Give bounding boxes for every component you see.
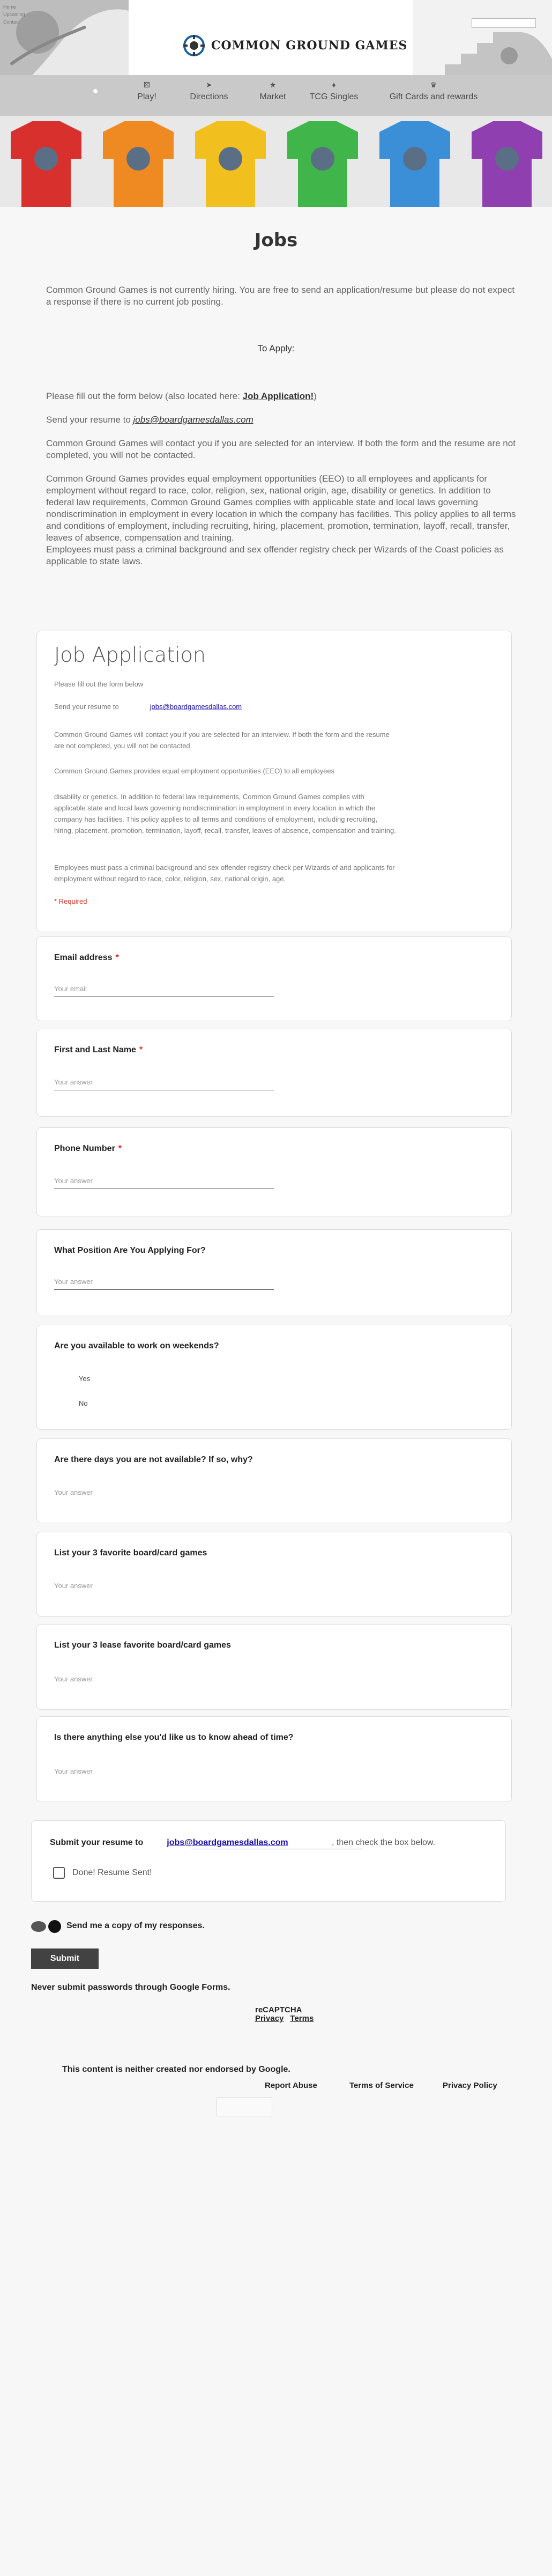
nav-item-tcg-singles[interactable]: ♦ TCG Singles bbox=[304, 80, 363, 102]
tshirt-blue bbox=[369, 116, 461, 207]
compass-icon: ➤ bbox=[206, 80, 212, 89]
question-weekends: Are you available to work on weekends? Y… bbox=[36, 1325, 512, 1430]
checkbox-label: Done! Resume Sent! bbox=[72, 1868, 152, 1877]
resume-sent-checkbox[interactable] bbox=[53, 1867, 65, 1879]
phone-field[interactable] bbox=[54, 1173, 274, 1189]
site-logo[interactable]: COMMON GROUND GAMES bbox=[182, 32, 407, 59]
question-label: What Position Are You Applying For? bbox=[54, 1246, 206, 1255]
form-header-card: Job Application Please fill out the form… bbox=[36, 631, 512, 932]
question-anything-else: Is there anything else you'd like us to … bbox=[36, 1716, 512, 1802]
nav-item-gift-cards[interactable]: ♛ Gift Cards and rewards bbox=[378, 80, 489, 102]
search-input[interactable] bbox=[472, 18, 536, 28]
confirm-suffix: , then check the box below. bbox=[332, 1838, 436, 1847]
form-eeo-long: disability or genetics. In addition to f… bbox=[54, 793, 396, 835]
privacy-policy-link[interactable]: Privacy Policy bbox=[443, 2081, 497, 2090]
nav-item-directions[interactable]: ➤ Directions bbox=[182, 80, 236, 102]
required-asterisk: * bbox=[139, 1045, 143, 1054]
password-warning: Never submit passwords through Google Fo… bbox=[31, 1983, 230, 1992]
eeo-statement: Common Ground Games provides equal emplo… bbox=[46, 474, 516, 543]
question-least-favorite-games: List your 3 lease favorite board/card ga… bbox=[36, 1624, 512, 1710]
tshirt-green bbox=[277, 116, 369, 207]
question-label: Are there days you are not available? If… bbox=[54, 1455, 253, 1464]
position-field[interactable] bbox=[54, 1274, 274, 1290]
question-favorite-games: List your 3 favorite board/card games bbox=[36, 1532, 512, 1617]
recaptcha-privacy-link[interactable]: Privacy bbox=[255, 2014, 284, 2023]
favorite-games-field[interactable] bbox=[54, 1577, 274, 1593]
copy-responses-toggle[interactable] bbox=[30, 1920, 68, 1933]
question-label: Phone Number * bbox=[54, 1144, 122, 1153]
tshirt-banner bbox=[0, 116, 552, 207]
radio-option-yes[interactable]: Yes bbox=[79, 1375, 90, 1383]
header-artwork-left bbox=[0, 0, 129, 75]
email-field[interactable] bbox=[54, 981, 274, 997]
confirm-email-link[interactable]: jobs@boardgamesdallas.com bbox=[167, 1838, 288, 1847]
to-apply-heading: To Apply: bbox=[257, 343, 295, 353]
send-resume-text: Send your resume to jobs@boardgamesdalla… bbox=[46, 415, 253, 425]
nav-item-play[interactable]: ⚄ Play! bbox=[131, 80, 163, 102]
main-nav: ⚄ Play! ➤ Directions ★ Market ♦ TCG Sing… bbox=[0, 75, 552, 116]
endorsement-disclaimer: This content is neither created nor endo… bbox=[62, 2065, 290, 2074]
question-phone: Phone Number * bbox=[36, 1127, 512, 1216]
background-check-note: Employees must pass a criminal backgroun… bbox=[46, 544, 504, 566]
star-icon: ★ bbox=[269, 80, 277, 89]
fill-form-text: Please fill out the form below (also loc… bbox=[46, 391, 317, 401]
logo-icon bbox=[183, 35, 205, 56]
resume-confirm-card: Submit your resume to jobs@boardgamesdall… bbox=[31, 1820, 506, 1902]
question-label: List your 3 favorite board/card games bbox=[54, 1548, 207, 1558]
terms-of-service-link[interactable]: Terms of Service bbox=[349, 2081, 414, 2090]
question-name: First and Last Name * bbox=[36, 1029, 512, 1117]
cards-icon: ♦ bbox=[332, 80, 336, 89]
gift-icon: ♛ bbox=[430, 80, 437, 89]
confirm-instruction: Submit your resume to jobs@boardgamesdall… bbox=[50, 1838, 288, 1847]
nav-indicator bbox=[93, 89, 98, 93]
recaptcha-block: reCAPTCHA Privacy Terms bbox=[255, 2006, 320, 2023]
tshirt-red bbox=[0, 116, 92, 207]
recaptcha-terms-link[interactable]: Terms bbox=[290, 2014, 314, 2023]
question-label: List your 3 lease favorite board/card ga… bbox=[54, 1641, 231, 1650]
radio-option-no[interactable]: No bbox=[79, 1399, 88, 1407]
form-eeo-short: Common Ground Games provides equal emplo… bbox=[54, 767, 335, 775]
header-artwork-right bbox=[413, 0, 552, 75]
question-label: Is there anything else you'd like us to … bbox=[54, 1733, 294, 1742]
required-asterisk: * bbox=[118, 1144, 122, 1153]
question-label: Are you available to work on weekends? bbox=[54, 1341, 219, 1350]
form-contact-note: Common Ground Games will contact you if … bbox=[54, 730, 390, 750]
dice-icon: ⚄ bbox=[143, 80, 151, 89]
logo-text: COMMON GROUND GAMES bbox=[211, 39, 408, 53]
contact-note: Common Ground Games will contact you if … bbox=[46, 438, 516, 460]
question-label: First and Last Name * bbox=[54, 1045, 143, 1054]
header-link-3[interactable]: Contact bbox=[3, 19, 20, 25]
form-fill-note: Please fill out the form below bbox=[54, 680, 144, 688]
form-title: Job Application bbox=[54, 643, 206, 667]
resume-email-link[interactable]: jobs@boardgamesdallas.com bbox=[133, 415, 253, 425]
job-application-link[interactable]: Job Application! bbox=[243, 391, 314, 401]
intro-text: Common Ground Games is not currently hir… bbox=[46, 285, 515, 307]
recaptcha-label: reCAPTCHA bbox=[255, 2005, 302, 2014]
anything-else-field[interactable] bbox=[54, 1763, 274, 1779]
form-send-resume: Send your resume to jobs@boardgamesdallas… bbox=[54, 703, 242, 711]
tshirt-orange bbox=[92, 116, 184, 207]
question-email: Email address * bbox=[36, 936, 512, 1021]
page-title: Jobs bbox=[254, 230, 298, 251]
site-header: Home Upcoming Contact COMMON GROUND GAME… bbox=[0, 0, 552, 75]
nav-item-market[interactable]: ★ Market bbox=[254, 80, 292, 102]
report-abuse-link[interactable]: Report Abuse bbox=[265, 2081, 317, 2090]
tshirt-purple bbox=[461, 116, 552, 207]
header-link-1[interactable]: Home bbox=[3, 4, 16, 10]
required-note: * Required bbox=[54, 897, 87, 905]
form-resume-email-link[interactable]: jobs@boardgamesdallas.com bbox=[150, 703, 242, 711]
tshirt-yellow bbox=[184, 116, 277, 207]
question-label: Email address * bbox=[54, 953, 119, 962]
google-forms-logo[interactable] bbox=[217, 2097, 272, 2116]
header-link-2[interactable]: Upcoming bbox=[3, 12, 25, 17]
submit-button[interactable]: Submit bbox=[31, 1948, 99, 1969]
form-background-note: Employees must pass a criminal backgroun… bbox=[54, 863, 395, 883]
least-favorite-games-field[interactable] bbox=[54, 1671, 274, 1687]
copy-responses-label: Send me a copy of my responses. bbox=[66, 1921, 205, 1930]
unavailable-field[interactable] bbox=[54, 1484, 274, 1500]
required-asterisk: * bbox=[115, 953, 119, 962]
question-position: What Position Are You Applying For? bbox=[36, 1229, 512, 1316]
name-field[interactable] bbox=[54, 1074, 274, 1090]
question-unavailable: Are there days you are not available? If… bbox=[36, 1438, 512, 1523]
